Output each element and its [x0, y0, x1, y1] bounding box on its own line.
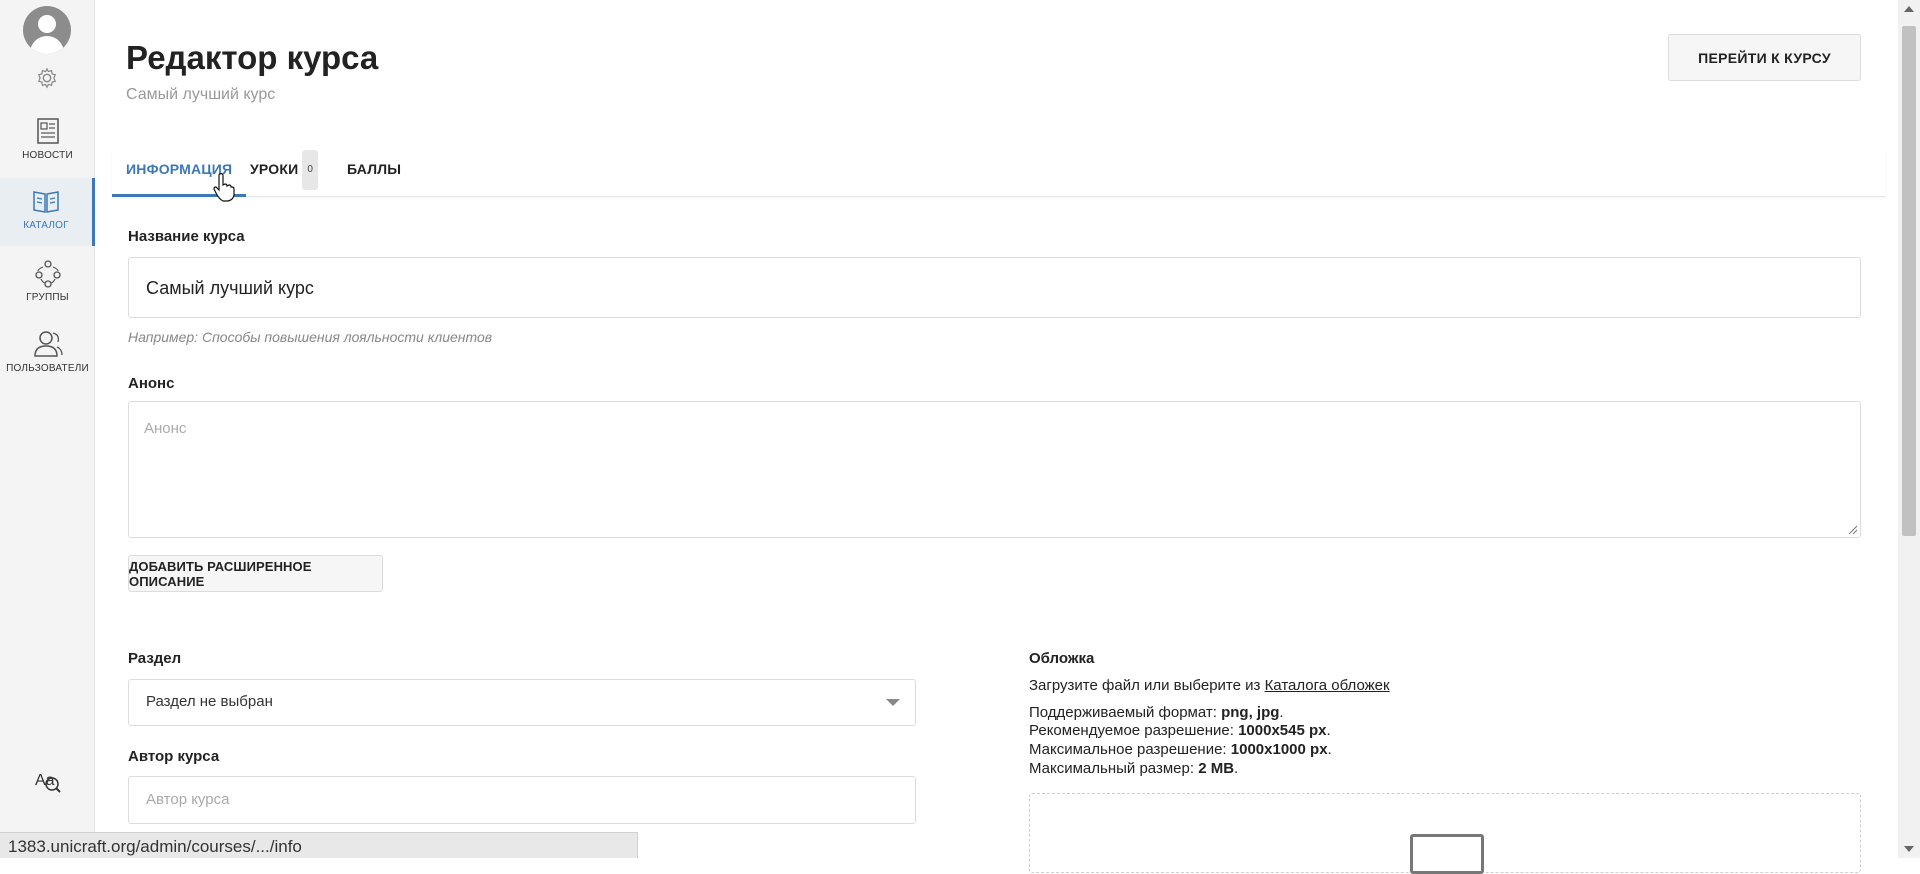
sidebar-item-catalog[interactable]: Каталог — [0, 178, 95, 246]
course-name-label: Название курса — [128, 228, 245, 245]
course-name-value: Самый лучший курс — [146, 278, 314, 298]
page-title: Редактор курса — [126, 39, 379, 76]
sidebar-item-label: Группы — [26, 292, 69, 303]
sidebar-item-users[interactable]: Пользователи — [0, 321, 95, 389]
announce-textarea[interactable]: Анонс — [128, 401, 1861, 538]
page-subtitle: Самый лучший курс — [126, 86, 276, 103]
course-name-hint: Например: Способы повышения лояльности к… — [128, 329, 493, 345]
scroll-up-icon[interactable] — [1904, 6, 1914, 12]
avatar[interactable] — [23, 6, 71, 54]
svg-text:Aa: Aa — [35, 772, 55, 789]
gear-icon[interactable] — [36, 67, 58, 89]
cover-catalog-link[interactable]: Каталога обложек — [1265, 677, 1390, 694]
book-icon — [33, 191, 59, 213]
sidebar: Новости Каталог Группы Пользователи — [0, 0, 95, 858]
add-description-button[interactable]: ДОБАВИТЬ РАСШИРЕННОЕ ОПИСАНИЕ — [128, 555, 383, 592]
cover-dropzone[interactable] — [1029, 793, 1861, 874]
announce-placeholder: Анонс — [144, 420, 187, 437]
cover-label: Обложка — [1029, 650, 1095, 667]
author-input[interactable]: Автор курса — [128, 776, 916, 824]
main-content: Редактор курса Самый лучший курс ПЕРЕЙТИ… — [95, 0, 1890, 874]
section-select[interactable]: Раздел не выбран — [128, 679, 916, 726]
resize-handle-icon[interactable] — [1847, 524, 1857, 534]
status-bar-url: 1383.unicraft.org/admin/courses/.../info — [0, 832, 638, 858]
author-label: Автор курса — [128, 748, 220, 765]
sidebar-item-groups[interactable]: Группы — [0, 250, 95, 318]
scroll-thumb[interactable] — [1902, 26, 1916, 536]
font-size-icon[interactable]: Aa — [33, 767, 61, 795]
tab-points[interactable]: БАЛЛЫ — [347, 150, 401, 197]
course-name-input[interactable]: Самый лучший курс — [128, 257, 1861, 318]
sidebar-item-label: Новости — [22, 150, 73, 161]
lessons-count-badge: 0 — [302, 150, 319, 191]
tab-lessons-label: УРОКИ — [250, 161, 299, 177]
sidebar-item-label: Каталог — [23, 220, 69, 231]
cover-max-resolution: Максимальное разрешение: 1000x1000 px. — [1029, 741, 1332, 758]
section-label: Раздел — [128, 650, 182, 667]
cover-format: Поддерживаемый формат: png, jpg. — [1029, 704, 1284, 721]
users-icon — [33, 331, 63, 357]
sidebar-item-news[interactable]: Новости — [0, 108, 95, 176]
author-placeholder: Автор курса — [146, 791, 230, 808]
hand-cursor-icon — [213, 173, 235, 202]
announce-label: Анонс — [128, 375, 175, 392]
cover-upload-text: Загрузите файл или выберите из Каталога … — [1029, 677, 1390, 694]
groups-icon — [34, 260, 61, 288]
scrollbar[interactable] — [1898, 0, 1920, 858]
goto-course-button[interactable]: ПЕРЕЙТИ К КУРСУ — [1668, 34, 1861, 81]
image-icon — [1410, 834, 1484, 874]
chevron-down-icon — [886, 699, 900, 706]
tab-bar: ИНФОРМАЦИЯ УРОКИ 0 БАЛЛЫ — [112, 150, 1885, 197]
section-value: Раздел не выбран — [146, 693, 273, 710]
tab-lessons[interactable]: УРОКИ 0 — [250, 150, 319, 197]
cover-rec-resolution: Рекомендуемое разрешение: 1000x545 px. — [1029, 722, 1331, 739]
scroll-down-icon[interactable] — [1904, 846, 1914, 852]
cover-max-size: Максимальный размер: 2 MB. — [1029, 760, 1239, 777]
sidebar-item-label: Пользователи — [6, 363, 89, 374]
newspaper-icon — [36, 118, 59, 144]
